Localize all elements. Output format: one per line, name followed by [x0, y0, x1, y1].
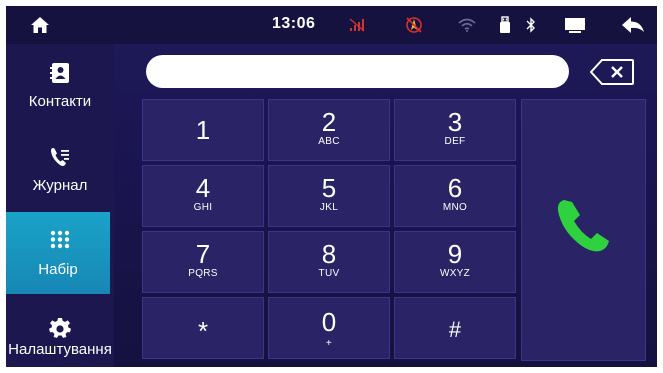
dialpad-key-star[interactable]: * — [142, 297, 264, 359]
key-digit: 8 — [321, 239, 337, 269]
dialpad-key-3[interactable]: 3 DEF — [394, 99, 516, 161]
dialpad-key-hash[interactable]: # — [394, 297, 516, 359]
key-letters: MNO — [442, 202, 468, 213]
dialpad-key-1[interactable]: 1 — [142, 99, 264, 161]
phone-icon — [557, 200, 609, 252]
dialpad-key-8[interactable]: 8 TUV — [268, 231, 390, 293]
key-digit: 7 — [195, 239, 211, 269]
dialpad-key-2[interactable]: 2 ABC — [268, 99, 390, 161]
clock-time: 13:06 — [272, 15, 316, 32]
dialpad-key-6[interactable]: 6 MNO — [394, 165, 516, 227]
sidebar-item-dialpad[interactable]: Набір — [6, 212, 110, 294]
key-digit: 3 — [447, 107, 463, 137]
sidebar-item-label: Контакти — [28, 93, 92, 110]
dialpad-key-4[interactable]: 4 GHI — [142, 165, 264, 227]
backspace-icon[interactable] — [590, 59, 634, 85]
bluetooth-icon — [526, 17, 535, 33]
home-icon[interactable] — [30, 16, 50, 34]
dialpad-icon — [50, 230, 70, 249]
contacts-icon — [50, 63, 69, 83]
key-digit: 9 — [447, 239, 463, 269]
key-letters: GHI — [193, 202, 213, 213]
key-letters: TUV — [318, 268, 340, 279]
key-digit: 0 — [321, 307, 337, 337]
key-letters: JKL — [319, 202, 339, 213]
sidebar-item-label: Налаштування — [8, 341, 112, 358]
dialpad-key-5[interactable]: 5 JKL — [268, 165, 390, 227]
sidebar-item-label: Журнал — [32, 177, 88, 194]
key-letters: ABC — [318, 136, 340, 147]
sidebar-item-label: Набір — [38, 261, 78, 278]
key-digit: 6 — [447, 173, 463, 203]
dialpad-key-7[interactable]: 7 PQRS — [142, 231, 264, 293]
no-signal-icon — [349, 18, 365, 32]
call-log-icon — [51, 148, 69, 166]
wifi-icon — [458, 18, 476, 32]
navigation-icon — [406, 17, 422, 33]
key-digit: 4 — [195, 173, 211, 203]
sidebar-item-settings[interactable]: Налаштування — [6, 296, 114, 367]
status-bar: 13:06 — [6, 6, 657, 44]
gear-icon — [49, 318, 71, 338]
usb-icon — [500, 16, 510, 33]
key-letters: + — [325, 338, 333, 349]
key-digit: 5 — [321, 173, 337, 203]
dialer-screen: 13:06 Контакти Журнал Набір Налаштування… — [6, 6, 657, 367]
dialpad-key-9[interactable]: 9 WXYZ — [394, 231, 516, 293]
back-arrow-icon[interactable] — [621, 16, 645, 34]
key-digit: * — [197, 316, 209, 346]
screen-icon[interactable] — [564, 17, 586, 33]
key-letters: WXYZ — [439, 268, 471, 279]
key-letters: PQRS — [188, 268, 218, 279]
call-button[interactable] — [521, 99, 646, 361]
phone-number-input[interactable] — [146, 55, 569, 88]
sidebar-item-call-log[interactable]: Журнал — [6, 128, 114, 210]
key-letters: DEF — [444, 136, 466, 147]
dialpad-key-0[interactable]: 0 + — [268, 297, 390, 359]
key-digit: 1 — [195, 115, 211, 145]
key-digit: 2 — [321, 107, 337, 137]
sidebar-item-contacts[interactable]: Контакти — [6, 44, 114, 126]
sidebar: Контакти Журнал Набір Налаштування — [6, 44, 114, 367]
key-digit: # — [448, 317, 462, 342]
